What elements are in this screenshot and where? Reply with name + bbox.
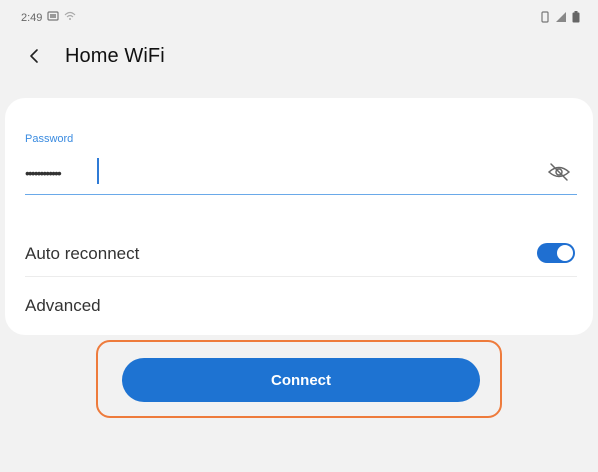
toggle-knob [557,245,573,261]
password-label: Password [25,133,74,145]
wifi-status-icon [64,11,76,24]
page-title: Home WiFi [65,45,165,67]
show-password-button[interactable] [545,160,573,188]
text-caret [97,158,99,184]
auto-reconnect-label: Auto reconnect [25,244,140,263]
vibrate-icon [540,10,550,28]
header: Home WiFi [0,36,598,80]
status-right-icons [540,10,580,28]
auto-reconnect-toggle[interactable] [537,243,575,263]
password-value[interactable]: •••••••••••• [25,165,62,181]
signal-icon [555,10,567,28]
status-bar: 2:49 [0,0,598,30]
eye-off-icon [547,162,571,187]
auto-reconnect-row: Auto reconnect [25,232,577,277]
settings-card: Password •••••••••••• Auto reconnect Adv… [5,98,593,335]
sim-icon [47,11,60,24]
advanced-row[interactable]: Advanced [25,288,577,326]
connect-button[interactable]: Connect [122,358,480,402]
battery-icon [572,10,580,28]
status-time-group: 2:49 [21,11,76,24]
connect-label: Connect [271,371,331,389]
advanced-label: Advanced [25,296,101,315]
status-time: 2:49 [21,11,43,24]
back-button[interactable] [18,42,50,74]
chevron-left-icon [27,48,41,69]
password-field[interactable]: •••••••••••• [25,154,577,195]
